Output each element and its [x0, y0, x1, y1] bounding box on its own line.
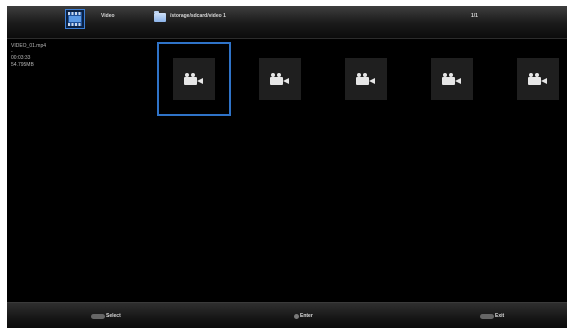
exit-key-icon — [480, 313, 494, 319]
category-title: Video — [101, 13, 115, 19]
enter-hint[interactable]: Enter — [294, 313, 313, 319]
video-thumbnail-2[interactable] — [259, 58, 301, 100]
file-info-panel: VIDEO_01.mp4 - 00:03:33 54.795MB — [11, 43, 46, 68]
video-camera-icon — [356, 73, 376, 85]
video-camera-icon — [528, 73, 548, 85]
exit-label: Exit — [495, 313, 505, 319]
file-name: VIDEO_01.mp4 — [11, 43, 47, 49]
exit-hint[interactable]: Exit — [480, 313, 504, 319]
page-indicator: 1/1 — [471, 13, 478, 19]
folder-icon — [154, 11, 166, 22]
video-thumbnail-1[interactable] — [157, 42, 231, 116]
video-camera-icon — [270, 73, 290, 85]
video-camera-icon — [442, 73, 462, 85]
ok-key-icon — [91, 313, 105, 319]
select-hint[interactable]: Select — [91, 313, 121, 319]
enter-key-icon — [294, 313, 299, 319]
video-thumbnail-4[interactable] — [431, 58, 473, 100]
bottom-hint-bar: Select Enter Exit — [7, 302, 567, 328]
video-thumbnail-5[interactable] — [517, 58, 559, 100]
top-bar: Video /storage/sdcard/video 1 1/1 — [7, 6, 567, 39]
folder-path: /storage/sdcard/video 1 — [170, 13, 226, 19]
film-strip-icon — [65, 9, 85, 29]
select-label: Select — [106, 313, 121, 319]
video-camera-icon — [184, 73, 204, 85]
file-size: 54.795MB — [11, 61, 34, 68]
media-player-screen: Video /storage/sdcard/video 1 1/1 VIDEO_… — [7, 6, 567, 328]
enter-label: Enter — [300, 313, 313, 319]
video-thumbnail-3[interactable] — [345, 58, 387, 100]
